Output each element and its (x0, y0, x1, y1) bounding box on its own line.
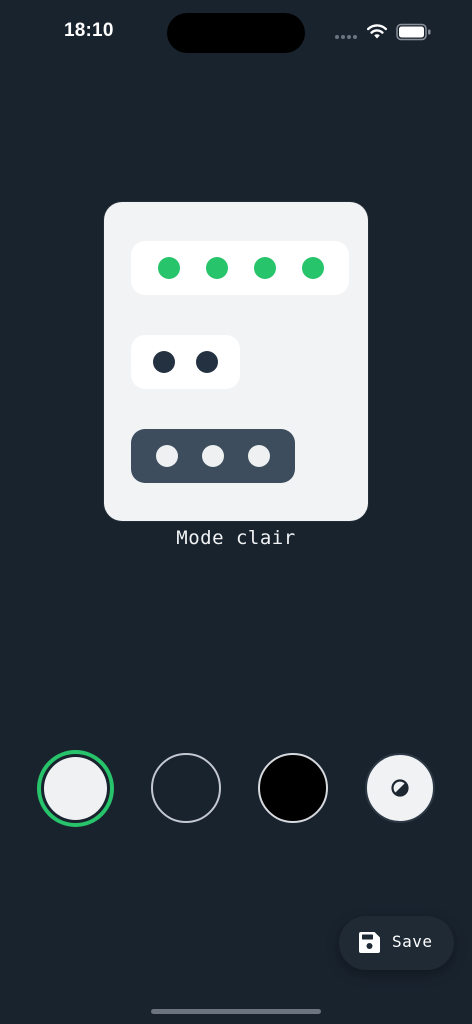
theme-option-black[interactable] (258, 753, 328, 823)
home-indicator[interactable] (151, 1009, 321, 1014)
theme-option-dark[interactable] (151, 753, 221, 823)
dynamic-island (167, 13, 305, 53)
theme-option-light[interactable] (37, 750, 114, 827)
preview-dot (156, 445, 178, 467)
preview-dot (196, 351, 218, 373)
mode-label: Mode clair (176, 527, 296, 549)
preview-dot (206, 257, 228, 279)
theme-option-auto[interactable] (365, 753, 435, 823)
save-button[interactable]: Save (339, 916, 454, 970)
battery-icon (396, 23, 431, 41)
swatch-fill (44, 757, 107, 820)
status-time: 18:10 (64, 20, 114, 41)
preview-dot (202, 445, 224, 467)
preview-dot (254, 257, 276, 279)
preview-dot (153, 351, 175, 373)
preview-dot (302, 257, 324, 279)
preview-row-middle (131, 335, 240, 389)
signal-icon (335, 35, 359, 39)
preview-dot (248, 445, 270, 467)
save-label: Save (392, 932, 433, 951)
contrast-icon (391, 779, 409, 797)
floppy-disk-icon (359, 932, 380, 953)
status-bar: 18:10 (0, 0, 472, 64)
preview-row-bottom (131, 429, 295, 483)
preview-row-top (131, 241, 349, 295)
preview-dot (158, 257, 180, 279)
wifi-icon (367, 24, 387, 39)
theme-preview-card (104, 202, 368, 521)
